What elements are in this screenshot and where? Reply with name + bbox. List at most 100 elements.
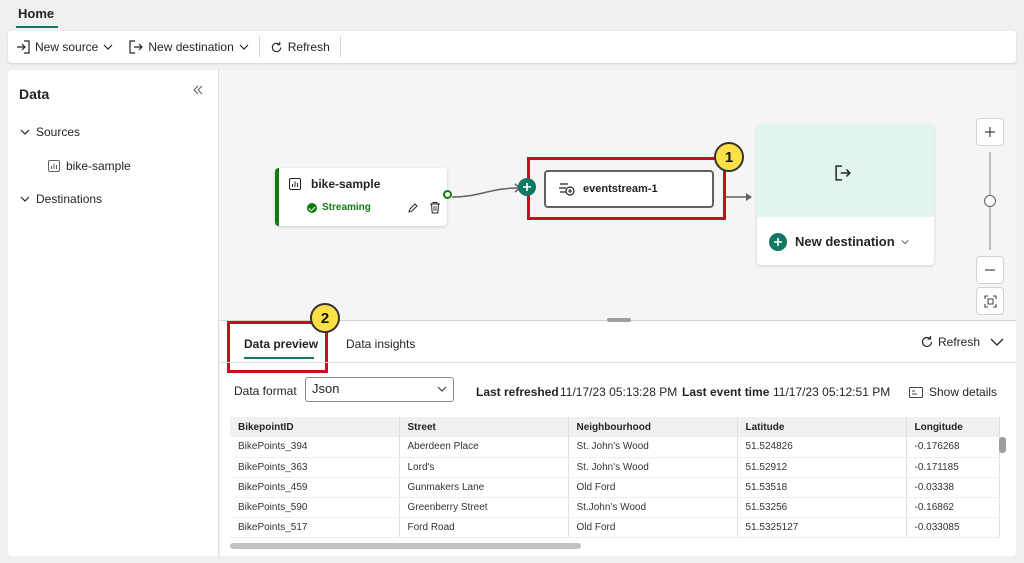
table-cell: St. John's Wood bbox=[568, 437, 738, 458]
status-badge: Streaming bbox=[307, 202, 371, 213]
resize-handle[interactable] bbox=[607, 318, 631, 322]
panel-title: Data bbox=[19, 86, 50, 102]
minus-icon bbox=[985, 269, 995, 271]
horizontal-scrollbar[interactable] bbox=[230, 543, 581, 549]
destination-node-header bbox=[757, 125, 934, 217]
eventstream-label: eventstream-1 bbox=[583, 183, 658, 195]
column-header[interactable]: Street bbox=[399, 417, 569, 437]
tab-home[interactable]: Home bbox=[18, 6, 54, 21]
data-panel: Data Sources bike-sample Destinations bbox=[8, 70, 219, 556]
column-header[interactable]: BikepointID bbox=[230, 417, 400, 437]
chart-icon bbox=[48, 160, 60, 172]
chevron-down-icon bbox=[103, 44, 113, 50]
refresh-icon bbox=[271, 41, 281, 52]
new-destination-label: New destination bbox=[795, 234, 895, 249]
refresh-label: Refresh bbox=[287, 40, 330, 54]
vertical-scrollbar[interactable] bbox=[999, 437, 1006, 453]
table-cell: Greenberry Street bbox=[399, 497, 569, 518]
toolbar: New source New destination Refresh bbox=[8, 31, 1016, 63]
table-cell: -0.171185 bbox=[906, 457, 1000, 478]
table-cell: 51.524826 bbox=[737, 437, 907, 458]
preview-refresh-button[interactable]: Refresh bbox=[920, 335, 980, 349]
edit-icon[interactable] bbox=[407, 202, 419, 214]
chevron-down-icon bbox=[20, 196, 30, 202]
refresh-button[interactable]: Refresh bbox=[262, 31, 338, 63]
table-row[interactable]: BikePoints_363 Lord's St. John's Wood 51… bbox=[230, 457, 1000, 478]
new-destination-button[interactable]: New destination bbox=[795, 234, 909, 249]
table-cell: BikePoints_590 bbox=[230, 497, 400, 518]
zoom-in-button[interactable] bbox=[976, 118, 1004, 146]
delete-icon[interactable] bbox=[429, 201, 441, 214]
tab-data-preview[interactable]: Data preview bbox=[244, 337, 318, 351]
table-cell: 51.53518 bbox=[737, 477, 907, 498]
table-cell: Ford Road bbox=[399, 517, 569, 538]
tab-data-preview-underline bbox=[244, 357, 314, 359]
tree-sources[interactable]: Sources bbox=[20, 125, 80, 139]
sign-out-icon bbox=[835, 165, 851, 181]
table-row[interactable]: BikePoints_459 Gunmakers Lane Old Ford 5… bbox=[230, 477, 1000, 498]
callout-badge-2: 2 bbox=[310, 303, 340, 333]
new-source-label: New source bbox=[35, 40, 99, 54]
tab-data-insights[interactable]: Data insights bbox=[346, 337, 415, 351]
table-cell: Lord's bbox=[399, 457, 569, 478]
canvas[interactable]: bike-sample Streaming eventstream-1 1 Ne… bbox=[220, 70, 1016, 320]
table-cell: -0.176268 bbox=[906, 437, 1000, 458]
new-source-button[interactable]: New source bbox=[8, 31, 121, 63]
new-destination-button[interactable]: New destination bbox=[121, 31, 256, 63]
tree-item-bike-sample[interactable]: bike-sample bbox=[48, 159, 131, 173]
toolbar-separator bbox=[258, 36, 260, 58]
tree-destinations[interactable]: Destinations bbox=[20, 192, 102, 206]
callout-badge-1: 1 bbox=[714, 142, 744, 172]
collapse-icon[interactable] bbox=[192, 84, 204, 96]
last-refreshed-label: Last refreshed bbox=[476, 385, 559, 399]
plus-circle-icon bbox=[769, 233, 787, 251]
fit-screen-icon bbox=[983, 294, 997, 308]
output-port[interactable] bbox=[443, 190, 452, 199]
table-cell: BikePoints_394 bbox=[230, 437, 400, 458]
data-format-label: Data format bbox=[234, 384, 297, 398]
data-format-select[interactable]: Json bbox=[305, 377, 454, 402]
table-header-row: BikepointID Street Neighbourhood Latitud… bbox=[230, 417, 1000, 437]
column-header[interactable]: Latitude bbox=[737, 417, 907, 437]
destination-node[interactable]: New destination bbox=[757, 125, 934, 265]
table-cell: St. John's Wood bbox=[568, 457, 738, 478]
table-cell: BikePoints_517 bbox=[230, 517, 400, 538]
top-tabbar: Home bbox=[0, 0, 1024, 30]
last-event-value: 11/17/23 05:12:51 PM bbox=[773, 385, 891, 399]
column-header[interactable]: Longitude bbox=[906, 417, 1000, 437]
table-cell: 51.52912 bbox=[737, 457, 907, 478]
refresh-icon bbox=[921, 336, 933, 348]
show-details-button[interactable]: Show details bbox=[909, 385, 997, 399]
last-event-label: Last event time bbox=[682, 385, 770, 399]
chevron-down-icon bbox=[20, 129, 30, 135]
fit-to-screen-button[interactable] bbox=[976, 287, 1004, 315]
source-node[interactable]: bike-sample Streaming bbox=[275, 168, 452, 226]
toolbar-separator bbox=[339, 36, 341, 58]
plus-icon bbox=[985, 127, 995, 137]
tree-sources-label: Sources bbox=[36, 125, 81, 139]
table-cell: St.John's Wood bbox=[568, 497, 738, 518]
chevron-down-icon[interactable] bbox=[990, 337, 1004, 347]
table-cell: Old Ford bbox=[568, 517, 738, 538]
eventstream-node[interactable]: eventstream-1 bbox=[544, 170, 714, 208]
tab-home-underline bbox=[16, 26, 58, 28]
add-operation-button[interactable] bbox=[518, 178, 536, 196]
table-cell: Aberdeen Place bbox=[399, 437, 569, 458]
show-details-label: Show details bbox=[929, 385, 998, 399]
sign-out-icon bbox=[129, 40, 144, 54]
table-row[interactable]: BikePoints_517 Ford Road Old Ford 51.532… bbox=[230, 517, 1000, 538]
table-cell: -0.033085 bbox=[906, 517, 1000, 538]
chevron-down-icon bbox=[437, 386, 447, 392]
new-destination-label: New destination bbox=[148, 40, 234, 54]
table-row[interactable]: BikePoints_590 Greenberry Street St.John… bbox=[230, 497, 1000, 518]
highlight-box-1: eventstream-1 bbox=[527, 157, 726, 220]
column-header[interactable]: Neighbourhood bbox=[568, 417, 738, 437]
table-cell: -0.03338 bbox=[906, 477, 1000, 498]
zoom-out-button[interactable] bbox=[976, 256, 1004, 284]
divider bbox=[220, 362, 1016, 363]
table-row[interactable]: BikePoints_394 Aberdeen Place St. John's… bbox=[230, 437, 1000, 458]
table-cell: 51.5325127 bbox=[737, 517, 907, 538]
zoom-slider-thumb[interactable] bbox=[984, 195, 996, 207]
table-cell: 51.53256 bbox=[737, 497, 907, 518]
bottom-panel: Data preview Data insights 2 Refresh Dat… bbox=[220, 303, 1016, 556]
